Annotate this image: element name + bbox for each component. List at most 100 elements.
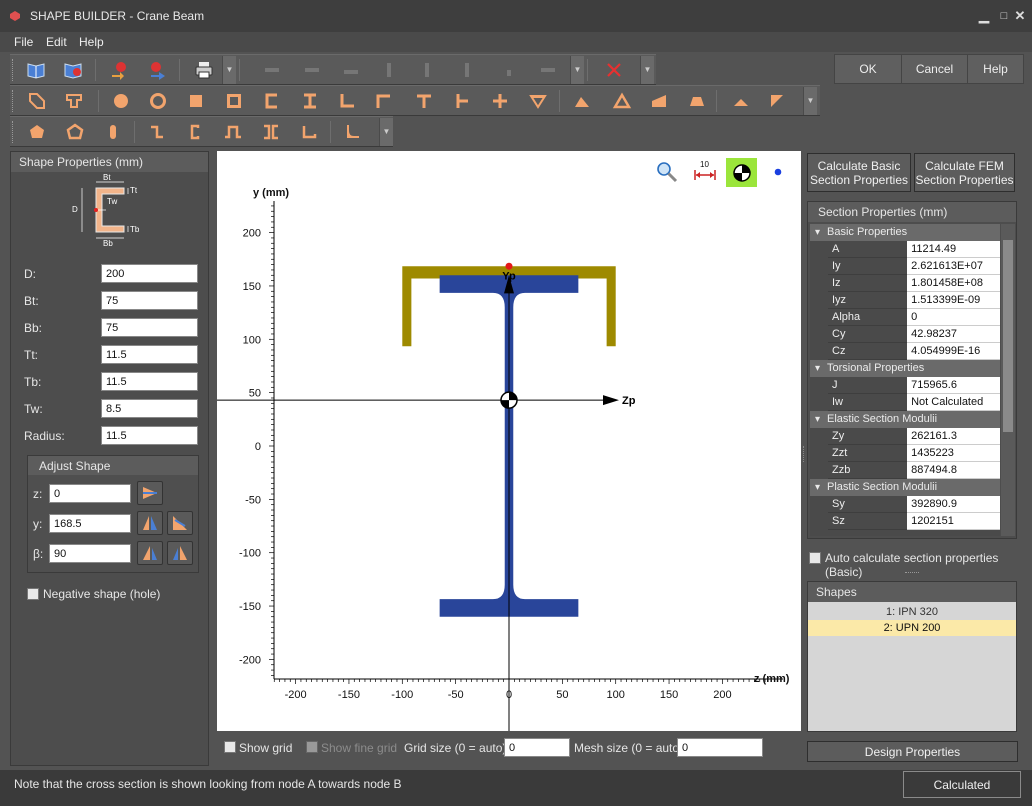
lipped-angle-button[interactable] <box>294 118 324 146</box>
rotate-ccw-button[interactable] <box>137 541 163 565</box>
trapezoid-button[interactable] <box>682 87 712 115</box>
corner-fillet-button[interactable] <box>762 87 792 115</box>
group-basic-properties[interactable]: Basic Properties <box>810 224 1000 241</box>
show-centroid-toggle[interactable] <box>726 158 757 187</box>
print-button[interactable] <box>189 56 219 84</box>
mirror-y-button[interactable] <box>137 511 163 535</box>
z-section-button[interactable] <box>142 118 172 146</box>
shapes-2-dropdown[interactable]: ▼ <box>379 118 393 146</box>
field-tw-input[interactable] <box>101 399 198 418</box>
cross-shape-button[interactable] <box>485 87 515 115</box>
shapes-dropdown[interactable]: ▼ <box>803 87 817 115</box>
toolbar-grip[interactable] <box>12 59 15 81</box>
align-middle-button[interactable] <box>297 56 327 84</box>
circle-shape-button[interactable] <box>106 87 136 115</box>
hat-section-button[interactable] <box>218 118 248 146</box>
plate-girder-button[interactable] <box>59 87 89 115</box>
splitter-handle-horizontal[interactable] <box>905 572 919 576</box>
field-tt-input[interactable] <box>101 345 198 364</box>
dimension-scale-button[interactable]: 10 <box>691 159 719 185</box>
beta-label: β: <box>33 547 44 561</box>
field-radius-input[interactable] <box>101 426 198 445</box>
tee-shape-button[interactable] <box>409 87 439 115</box>
minimize-icon[interactable]: ▁ <box>975 7 993 25</box>
field-tb-input[interactable] <box>101 372 198 391</box>
z-offset-input[interactable] <box>49 484 131 503</box>
select-shape-button[interactable] <box>22 87 52 115</box>
align-dropdown[interactable]: ▼ <box>570 56 584 84</box>
cancel-button[interactable]: Cancel <box>901 54 968 84</box>
triangle-outline-button[interactable] <box>607 87 637 115</box>
y-offset-input[interactable] <box>49 514 131 533</box>
field-bt-input[interactable] <box>101 291 198 310</box>
move-y-button[interactable] <box>167 511 193 535</box>
save-library-button[interactable] <box>58 56 88 84</box>
centroid-icon <box>732 163 751 182</box>
menu-edit[interactable]: Edit <box>46 35 67 49</box>
inverted-triangle-button[interactable] <box>523 87 553 115</box>
scrollbar-thumb[interactable] <box>1003 240 1013 432</box>
angle-shape-button[interactable] <box>332 87 362 115</box>
negative-shape-checkbox[interactable] <box>27 588 39 600</box>
bent-plate-button[interactable] <box>338 118 368 146</box>
c-section-button[interactable] <box>180 118 210 146</box>
calculate-basic-button[interactable]: Calculate Basic Section Properties <box>807 153 911 192</box>
slot-shape-button[interactable] <box>98 118 128 146</box>
pentagon-icon <box>30 125 44 138</box>
menu-help[interactable]: Help <box>79 35 104 49</box>
import-shape-button[interactable] <box>105 56 135 84</box>
mesh-size-input[interactable] <box>677 738 763 757</box>
ok-button[interactable]: OK <box>834 54 902 84</box>
group-plastic-section-modulii[interactable]: Plastic Section Modulii <box>810 479 1000 496</box>
pentagon-hollow-button[interactable] <box>60 118 90 146</box>
rectangle-shape-button[interactable] <box>181 87 211 115</box>
open-library-button[interactable] <box>21 56 51 84</box>
align-top-button[interactable] <box>257 56 287 84</box>
channel-shape-button[interactable] <box>257 87 287 115</box>
box-shape-button[interactable] <box>219 87 249 115</box>
print-dropdown[interactable]: ▼ <box>222 56 236 84</box>
show-grid-checkbox[interactable] <box>224 741 236 753</box>
align-bottom-button[interactable] <box>336 56 366 84</box>
help-button[interactable]: Help <box>967 54 1024 84</box>
close-icon[interactable]: ✕ <box>1011 7 1029 25</box>
rotate-cw-button[interactable] <box>167 541 193 565</box>
shape-list-item-selected[interactable]: 2: UPN 200 <box>808 620 1016 636</box>
delete-dropdown[interactable]: ▼ <box>640 56 654 84</box>
delete-shape-button[interactable] <box>599 56 629 84</box>
shapes-panel: Shapes 1: IPN 320 2: UPN 200 <box>807 581 1017 732</box>
property-grid-scrollbar[interactable] <box>1001 224 1015 536</box>
show-fine-grid-checkbox[interactable] <box>306 741 318 753</box>
align-left-button[interactable] <box>374 56 404 84</box>
beta-angle-input[interactable] <box>49 544 131 563</box>
zoom-button[interactable] <box>654 159 680 185</box>
section-plot[interactable]: 200 150 100 50 0 -50 -100 -150 -200 -200 -150 -100 -… <box>217 151 801 731</box>
auto-calculate-checkbox[interactable] <box>809 552 821 564</box>
group-elastic-section-modulii[interactable]: Elastic Section Modulii <box>810 411 1000 428</box>
pentagon-shape-button[interactable] <box>22 118 52 146</box>
shape-list-item[interactable]: 1: IPN 320 <box>808 604 1016 620</box>
field-d-input[interactable] <box>101 264 198 283</box>
align-center-button[interactable] <box>412 56 442 84</box>
i-beam-shape-button[interactable] <box>295 87 325 115</box>
move-z-button[interactable] <box>137 481 163 505</box>
show-nodes-toggle[interactable] <box>770 164 786 180</box>
field-bb-input[interactable] <box>101 318 198 337</box>
grid-size-input[interactable] <box>504 738 570 757</box>
move-button[interactable] <box>533 56 563 84</box>
right-triangle-button[interactable] <box>567 87 597 115</box>
drawing-canvas[interactable]: 200 150 100 50 0 -50 -100 -150 -200 -200 -150 -100 -… <box>217 151 801 731</box>
menu-file[interactable]: File <box>14 35 33 49</box>
double-channel-button[interactable] <box>256 118 286 146</box>
calculate-fem-button[interactable]: Calculate FEM Section Properties <box>914 153 1015 192</box>
tee-side-button[interactable] <box>447 87 477 115</box>
fillet-triangle-button[interactable] <box>726 87 756 115</box>
angle-inverted-button[interactable] <box>368 87 398 115</box>
export-shape-button[interactable] <box>142 56 172 84</box>
align-right-button[interactable] <box>450 56 480 84</box>
distribute-button[interactable] <box>494 56 524 84</box>
tube-shape-button[interactable] <box>143 87 173 115</box>
design-properties-button[interactable]: Design Properties <box>807 741 1018 762</box>
trapezoid-slant-button[interactable] <box>644 87 674 115</box>
group-torsional-properties[interactable]: Torsional Properties <box>810 360 1000 377</box>
